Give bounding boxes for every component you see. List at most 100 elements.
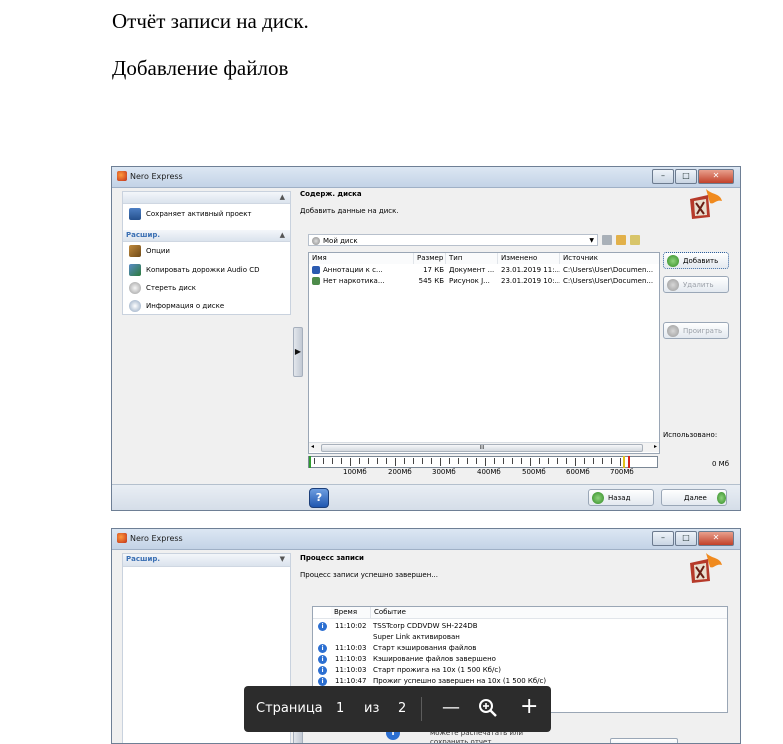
- ruler-tick: [386, 458, 387, 464]
- section-title: Содерж. диска: [300, 190, 362, 198]
- disc-properties-icon[interactable]: [602, 235, 612, 245]
- chevron-down-icon: ▼: [589, 237, 594, 244]
- ruler-label: 200Мб: [388, 468, 412, 476]
- save-report-button[interactable]: [610, 738, 678, 743]
- maximize-button[interactable]: □: [675, 531, 697, 546]
- word-document-icon: [312, 266, 320, 274]
- next-button[interactable]: Далее: [661, 489, 727, 506]
- folder-up-icon[interactable]: [630, 235, 640, 245]
- column-name[interactable]: Имя: [309, 253, 414, 264]
- help-button[interactable]: ?: [309, 488, 329, 508]
- new-folder-icon[interactable]: [616, 235, 626, 245]
- section-subtitle: Процесс записи успешно завершен...: [300, 571, 438, 579]
- panel-toggle-button[interactable]: ▶: [293, 327, 303, 377]
- ruler-tick: [332, 458, 333, 464]
- close-button[interactable]: ✕: [698, 531, 734, 546]
- disc-selector[interactable]: Мой диск ▼: [308, 234, 598, 246]
- minimize-button[interactable]: –: [652, 169, 674, 184]
- list-item: i 11:10:02 TSSTcorp CDDVDW SH-224DB: [313, 621, 727, 631]
- close-button[interactable]: ✕: [698, 169, 734, 184]
- column-size[interactable]: Размер: [414, 253, 446, 264]
- ruler-label: 600Мб: [566, 468, 590, 476]
- wizard-navigation-bar: ? Назад Далее: [112, 484, 740, 510]
- scrollbar-thumb[interactable]: III: [321, 444, 643, 452]
- left-panel-advanced-header[interactable]: Расшир. ▲: [123, 230, 290, 242]
- nero-logo-icon: [117, 171, 127, 181]
- window-title: Nero Express: [130, 172, 183, 181]
- list-item: i 11:10:47 Прожиг успешно завершен на 10…: [313, 676, 727, 686]
- zoom-fit-icon[interactable]: [478, 698, 498, 718]
- ruler-tick: [566, 458, 567, 464]
- play-button[interactable]: Проиграть: [663, 322, 729, 339]
- ruler-label: 300Мб: [432, 468, 456, 476]
- delete-button[interactable]: Удалить: [663, 276, 729, 293]
- options-item[interactable]: Опции: [129, 244, 170, 258]
- ruler-label: 700Мб: [610, 468, 634, 476]
- ruler-tick: [368, 458, 369, 464]
- delete-icon: [667, 278, 679, 291]
- capacity-red-marker: [628, 456, 630, 468]
- ruler-tick: [323, 458, 324, 464]
- info-icon: i: [318, 644, 327, 653]
- copy-audio-cd-item[interactable]: Копировать дорожки Audio CD: [129, 263, 260, 277]
- save-project-item[interactable]: Сохраняет активный проект: [129, 207, 252, 221]
- ruler-tick: [521, 458, 522, 464]
- ruler-tick: [359, 458, 360, 464]
- left-panel-advanced-header[interactable]: Расшир. ▼: [123, 554, 290, 567]
- ruler-tick: [602, 458, 603, 464]
- nero-flame-logo-icon: [690, 189, 722, 219]
- nero-logo-icon: [117, 533, 127, 543]
- ruler-tick: [557, 458, 558, 464]
- left-task-panel: ▲ Сохраняет активный проект Расшир. ▲ Опц…: [122, 191, 291, 315]
- left-panel-section-header[interactable]: ▲: [123, 192, 290, 204]
- erase-disc-icon: [129, 282, 141, 294]
- page-label: Страница: [256, 701, 323, 716]
- ruler-tick: [611, 458, 612, 464]
- info-icon: i: [318, 622, 327, 631]
- disc-info-item[interactable]: Информация о диске: [129, 299, 224, 313]
- list-item: Super Link активирован: [373, 633, 460, 641]
- maximize-button[interactable]: □: [675, 169, 697, 184]
- info-icon: i: [318, 655, 327, 664]
- current-page-input[interactable]: 1: [336, 701, 344, 716]
- used-space-value: 0 Мб: [712, 460, 730, 468]
- total-pages: 2: [398, 701, 407, 716]
- ruler-tick: [530, 458, 531, 466]
- horizontal-scrollbar[interactable]: ◂ III ▸: [309, 442, 659, 452]
- file-list[interactable]: Имя Размер Тип Изменено Источник Аннотац…: [308, 252, 660, 454]
- window-title: Nero Express: [130, 534, 183, 543]
- back-button[interactable]: Назад: [588, 489, 654, 506]
- column-modified[interactable]: Изменено: [498, 253, 560, 264]
- ruler-tick: [620, 458, 621, 466]
- ruler-tick: [449, 458, 450, 464]
- window-titlebar: Nero Express – □ ✕: [112, 529, 740, 550]
- disc-info-icon: [129, 300, 141, 312]
- ruler-tick: [422, 458, 423, 464]
- zoom-out-button[interactable]: —: [442, 697, 460, 718]
- of-label: из: [364, 701, 380, 716]
- play-icon: [667, 324, 679, 337]
- ruler-tick: [575, 458, 576, 466]
- column-type[interactable]: Тип: [446, 253, 498, 264]
- document-heading: Отчёт записи на диск.: [112, 9, 309, 33]
- erase-disc-item[interactable]: Стереть диск: [129, 281, 196, 295]
- section-title: Процесс записи: [300, 554, 364, 562]
- ruler-tick: [593, 458, 594, 464]
- window-titlebar: Nero Express – □ ✕: [112, 167, 740, 188]
- hammer-icon: [129, 245, 141, 257]
- ruler-tick: [395, 458, 396, 466]
- capacity-start-marker: [309, 456, 311, 468]
- scroll-right-icon[interactable]: ▸: [654, 443, 657, 450]
- column-time[interactable]: Время: [331, 607, 371, 618]
- ruler-tick: [341, 458, 342, 464]
- disc-icon: [312, 237, 320, 245]
- audio-cd-icon: [129, 264, 141, 276]
- scroll-left-icon[interactable]: ◂: [311, 443, 314, 450]
- minimize-button[interactable]: –: [652, 531, 674, 546]
- column-event[interactable]: Событие: [371, 607, 727, 618]
- document-subheading: Добавление файлов: [112, 56, 289, 80]
- add-button[interactable]: Добавить: [663, 252, 729, 269]
- zoom-in-button[interactable]: +: [520, 694, 538, 719]
- column-source[interactable]: Источник: [560, 253, 659, 264]
- ruler-tick: [458, 458, 459, 464]
